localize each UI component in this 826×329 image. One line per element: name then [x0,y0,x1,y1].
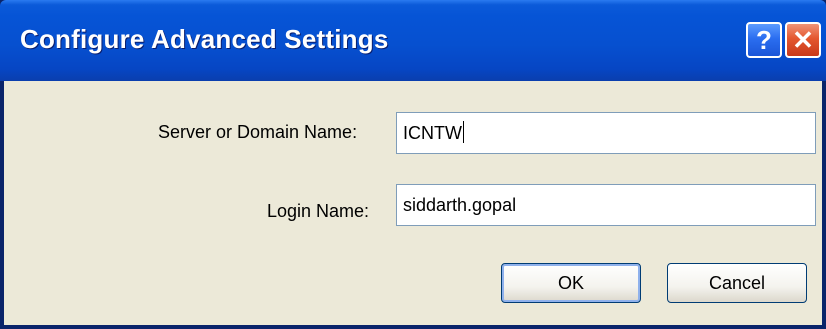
dialog-body: Server or Domain Name: ICNTW Login Name:… [4,81,822,325]
cancel-button-label: Cancel [708,272,766,293]
ok-button-label: OK [557,272,584,293]
help-button[interactable]: ? [746,22,782,58]
window-title: Configure Advanced Settings [20,24,389,54]
server-domain-label: Server or Domain Name: [158,122,358,142]
server-domain-value: ICNTW [403,123,462,143]
close-button[interactable]: ✕ [785,22,821,58]
title-bar[interactable]: Configure Advanced Settings ? ✕ [0,0,826,81]
login-name-input[interactable]: siddarth.gopal [396,184,816,226]
close-icon: ✕ [792,24,814,55]
help-icon: ? [756,24,772,55]
login-name-label: Login Name: [267,201,370,221]
ok-button[interactable]: OK [501,263,641,303]
login-name-value: siddarth.gopal [403,195,517,215]
text-caret [462,121,464,143]
configure-advanced-settings-dialog: Configure Advanced Settings ? ✕ Server o… [0,0,826,329]
cancel-button[interactable]: Cancel [667,263,807,303]
server-domain-input[interactable]: ICNTW [396,112,816,154]
